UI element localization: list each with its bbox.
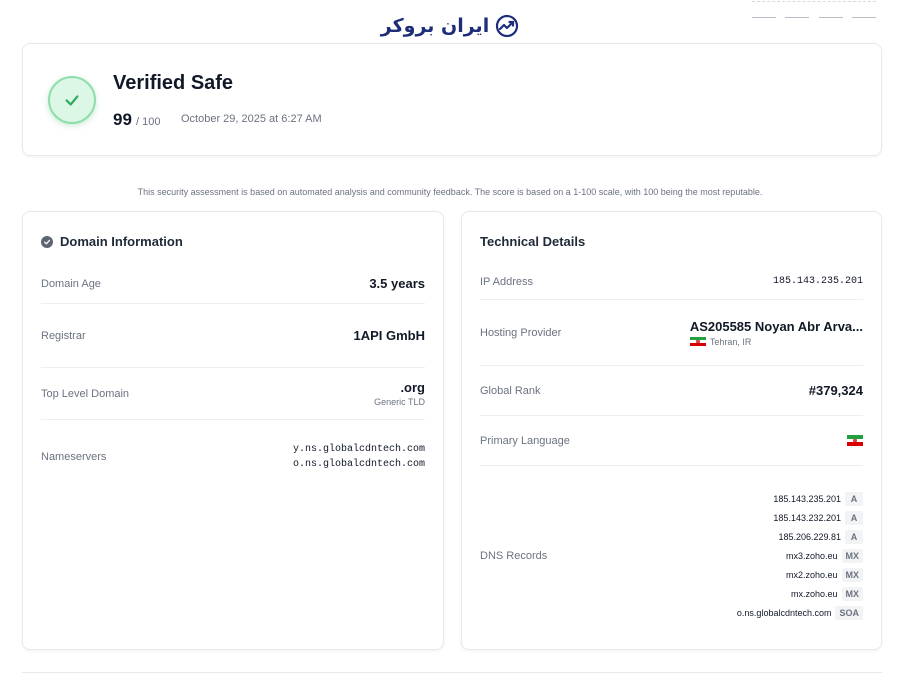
trend-chart-icon: [496, 14, 519, 38]
tld-row: Top Level Domain .org Generic TLD: [41, 368, 425, 420]
registrar-value: 1API GmbH: [353, 328, 425, 343]
domain-information-title: Domain Information: [41, 234, 183, 249]
ip-address-row: IP Address 185.143.235.201: [480, 264, 863, 300]
ip-address-label: IP Address: [480, 275, 533, 288]
nameserver-2: o.ns.globalcdntech.com: [292, 459, 425, 470]
dns-record: 185.206.229.81 A: [778, 529, 863, 545]
hosting-provider-row: Hosting Provider AS205585 Noyan Abr Arva…: [480, 300, 863, 366]
global-rank-value: #379,324: [808, 383, 863, 398]
primary-language-row: Primary Language: [480, 416, 863, 466]
verdict-title: Verified Safe: [113, 72, 234, 94]
registrar-row: Registrar 1API GmbH: [41, 304, 425, 368]
global-rank-row: Global Rank #379,324: [480, 366, 863, 416]
section-divider: [22, 672, 882, 673]
hosting-provider-value: AS205585 Noyan Abr Arva...: [689, 318, 863, 334]
ip-address-value: 185.143.235.201: [772, 276, 863, 287]
dns-record: o.ns.globalcdntech.com SOA: [737, 605, 863, 621]
assessment-date: October 29, 2025 at 6:27 AM: [181, 113, 322, 125]
dns-record: 185.143.235.201 A: [773, 491, 863, 507]
nameservers-label: Nameservers: [41, 451, 107, 463]
logo-text: ایران بروکر: [380, 15, 490, 37]
dns-records-list: 185.143.235.201 A 185.143.232.201 A 185.20…: [737, 491, 863, 621]
domain-information-card: Domain Information Domain Age 3.5 years …: [22, 211, 444, 650]
check-icon: [48, 76, 96, 124]
domain-age-label: Domain Age: [41, 277, 101, 290]
nameserver-1: y.ns.globalcdntech.com: [292, 444, 425, 455]
site-logo[interactable]: ایران بروکر: [0, 12, 900, 42]
tld-value: .org: [400, 380, 425, 395]
assessment-disclaimer: This security assessment is based on aut…: [137, 187, 763, 197]
dns-records-row: DNS Records 185.143.235.201 A 185.143.232…: [480, 478, 863, 634]
trust-score-max: / 100: [136, 116, 161, 128]
dns-record: 185.143.232.201 A: [773, 510, 863, 526]
iran-flag-icon: [847, 435, 863, 446]
tld-type: Generic TLD: [374, 397, 425, 407]
hosting-provider-label: Hosting Provider: [480, 326, 562, 339]
trust-score: 99: [113, 110, 132, 129]
verified-badge-icon: [41, 235, 53, 248]
technical-details-card: Technical Details IP Address 185.143.235…: [461, 211, 882, 650]
hosting-location: Tehran, IR: [709, 336, 752, 347]
domain-age-row: Domain Age 3.5 years: [41, 264, 425, 304]
technical-details-title: Technical Details: [480, 234, 586, 249]
primary-language-label: Primary Language: [480, 434, 570, 447]
tld-label: Top Level Domain: [41, 387, 130, 400]
domain-age-value: 3.5 years: [369, 276, 425, 291]
dns-record: mx2.zoho.eu MX: [786, 567, 863, 583]
nameservers-row: Nameservers y.ns.globalcdntech.com o.ns.…: [41, 432, 425, 482]
registrar-label: Registrar: [41, 329, 86, 342]
dns-record: mx3.zoho.eu MX: [786, 548, 863, 564]
verdict-card: Verified Safe 99 / 100 October 29, 2025 …: [22, 43, 882, 156]
dns-record: mx.zoho.eu MX: [791, 586, 863, 602]
global-rank-label: Global Rank: [480, 384, 541, 397]
dns-records-label: DNS Records: [480, 550, 548, 562]
iran-flag-icon: [689, 336, 706, 347]
